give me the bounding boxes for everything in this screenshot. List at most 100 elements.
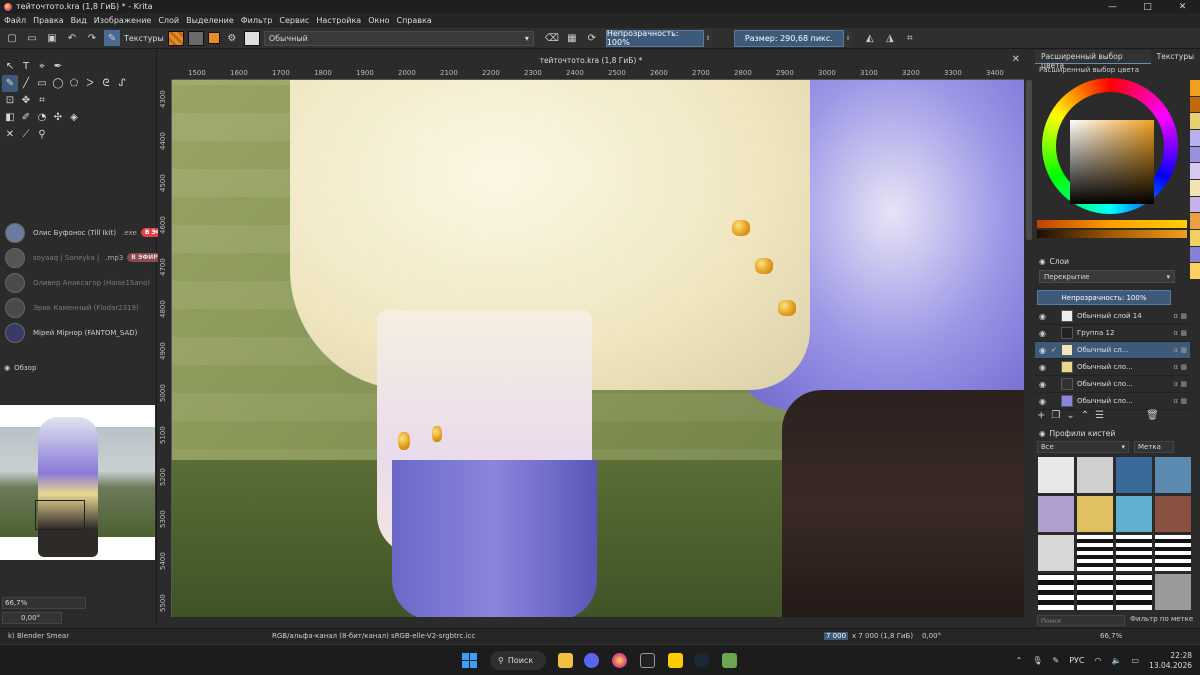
assistant-tool-icon[interactable]: ✕	[2, 126, 18, 143]
brush-preset[interactable]	[1115, 495, 1153, 533]
pen-icon[interactable]: ✎	[1053, 656, 1060, 665]
text-tool-icon[interactable]: T	[18, 58, 34, 75]
open-document-icon[interactable]: ▭	[24, 30, 40, 46]
blend-mode-select[interactable]: Обычный ▾	[263, 30, 534, 46]
value-slider[interactable]	[1037, 230, 1187, 238]
menu-window[interactable]: Окно	[368, 16, 389, 25]
layer-blend-mode-select[interactable]: Перекрытие ▾	[1039, 270, 1175, 283]
ellipse-tool-icon[interactable]: ◯	[50, 75, 66, 92]
history-swatch[interactable]	[1190, 180, 1200, 196]
menu-filter[interactable]: Фильтр	[241, 16, 273, 25]
eye-icon[interactable]: ◉	[1039, 380, 1051, 389]
app-icon[interactable]	[668, 653, 683, 668]
move-tool-icon[interactable]: ✥	[18, 92, 34, 109]
select-shapes-tool-icon[interactable]: ↖	[2, 58, 18, 75]
history-swatch[interactable]	[1190, 213, 1200, 230]
layer-row[interactable]: ◉ Группа 12 α ▦	[1035, 325, 1190, 342]
steam-icon[interactable]	[694, 653, 709, 668]
brush-preset[interactable]	[1154, 573, 1192, 611]
brush-preset[interactable]	[1115, 456, 1153, 494]
rectangle-tool-icon[interactable]: ▭	[34, 75, 50, 92]
color-picker-tool-icon[interactable]: ✐	[18, 109, 34, 126]
freehand-brush-tool-icon[interactable]: ✎	[2, 75, 18, 92]
colorize-mask-tool-icon[interactable]: ◔	[34, 109, 50, 126]
maximize-button[interactable]: □	[1130, 0, 1165, 13]
brush-preset[interactable]	[1037, 573, 1075, 611]
eraser-icon[interactable]: ⌫	[544, 30, 560, 46]
history-swatch[interactable]	[1190, 96, 1200, 113]
overview-thumbnail[interactable]	[0, 405, 155, 560]
menu-tools[interactable]: Сервис	[279, 16, 309, 25]
brush-preset[interactable]	[1037, 456, 1075, 494]
history-swatch[interactable]	[1190, 196, 1200, 213]
history-swatch[interactable]	[1190, 113, 1200, 130]
menu-edit[interactable]: Правка	[33, 16, 63, 25]
polygon-tool-icon[interactable]: ⬠	[66, 75, 82, 92]
layer-checkbox[interactable]: ✓	[1051, 346, 1061, 354]
hue-slider[interactable]	[1037, 220, 1187, 228]
wrap-around-icon[interactable]: ⌗	[902, 30, 918, 46]
size-slider[interactable]: Размер: 290,68 пикс.	[733, 29, 844, 47]
layer-flags-icon[interactable]: α ▦	[1174, 346, 1187, 354]
close-document-icon[interactable]: ✕	[1012, 54, 1020, 65]
save-icon[interactable]: ▣	[44, 30, 60, 46]
layer-flags-icon[interactable]: α ▦	[1174, 312, 1187, 320]
brush-preset[interactable]	[1076, 495, 1114, 533]
reload-preset-icon[interactable]: ⟳	[584, 30, 600, 46]
history-swatch[interactable]	[1190, 163, 1200, 180]
brush-filter-select[interactable]: Все ▾	[1037, 441, 1129, 453]
brush-preset[interactable]	[1115, 534, 1153, 572]
move-layer-down-icon[interactable]: ⌄	[1066, 410, 1074, 421]
minecraft-icon[interactable]	[722, 653, 737, 668]
brush-name[interactable]: k) Blender Smear	[8, 632, 69, 640]
microphone-icon[interactable]: 🎙	[1032, 656, 1042, 665]
gradient-tool-icon[interactable]: ◧	[2, 109, 18, 126]
tray-chevron-icon[interactable]: ⌃	[1016, 656, 1023, 665]
history-swatch[interactable]	[1190, 130, 1200, 146]
pattern-swatch[interactable]	[167, 30, 184, 46]
file-explorer-icon[interactable]	[558, 653, 573, 668]
layer-flags-icon[interactable]: α ▦	[1174, 397, 1187, 405]
language-indicator[interactable]: РУС	[1069, 656, 1084, 665]
taskbar-search[interactable]: ⚲ Поиск	[490, 651, 546, 670]
menu-select[interactable]: Выделение	[186, 16, 234, 25]
menu-view[interactable]: Вид	[71, 16, 87, 25]
brush-preset-icon[interactable]	[243, 30, 260, 46]
brush-preset[interactable]	[1154, 495, 1192, 533]
tab-textures[interactable]: Текстуры	[1151, 50, 1200, 64]
close-window-button[interactable]: ✕	[1165, 0, 1200, 13]
layer-row[interactable]: ◉ Обычный сло... α ▦	[1035, 376, 1190, 393]
layer-row[interactable]: ◉ Обычный сло... α ▦	[1035, 359, 1190, 376]
volume-icon[interactable]: 🔈	[1112, 656, 1122, 665]
krita-icon[interactable]	[612, 653, 627, 668]
eye-icon[interactable]: ◉	[1039, 312, 1051, 321]
delete-layer-icon[interactable]: 🗑	[1146, 410, 1159, 421]
drawing-canvas[interactable]	[172, 80, 1024, 617]
brush-preset[interactable]	[1154, 534, 1192, 572]
alpha-lock-icon[interactable]: ▦	[564, 30, 580, 46]
crop-tool-icon[interactable]: ⌗	[34, 92, 50, 109]
status-zoom[interactable]: 66,7%	[1100, 632, 1122, 640]
opacity-slider[interactable]: Непрозрачность: 100%	[605, 29, 704, 47]
document-tab[interactable]: тейточтото.kra (1,8 ГиБ) * ✕	[158, 52, 1024, 68]
menu-help[interactable]: Справка	[396, 16, 431, 25]
layer-properties-icon[interactable]: ☰	[1095, 410, 1104, 421]
measure-tool-icon[interactable]: ⟋	[18, 126, 34, 143]
transform-tool-icon[interactable]: ⊡	[2, 92, 18, 109]
discord-icon[interactable]	[584, 653, 599, 668]
fg-bg-color-icon[interactable]	[207, 32, 220, 44]
menu-settings[interactable]: Настройка	[316, 16, 361, 25]
history-swatch[interactable]	[1190, 230, 1200, 246]
brush-editor-icon[interactable]: ✎	[104, 30, 120, 46]
eye-icon[interactable]: ◉	[1039, 397, 1051, 406]
eye-icon[interactable]: ◉	[1039, 363, 1051, 372]
opacity-spin-icon[interactable]: ⇕	[703, 29, 712, 47]
duplicate-layer-icon[interactable]: ❐	[1051, 410, 1060, 421]
menu-file[interactable]: Файл	[4, 16, 26, 25]
brush-preset[interactable]	[1037, 534, 1075, 572]
zoom-select[interactable]: 66,7%	[2, 597, 86, 609]
brush-settings-icon[interactable]: ⚙	[224, 30, 240, 46]
opera-gx-icon[interactable]	[640, 653, 655, 668]
layer-flags-icon[interactable]: α ▦	[1174, 363, 1187, 371]
history-swatch[interactable]	[1190, 146, 1200, 163]
